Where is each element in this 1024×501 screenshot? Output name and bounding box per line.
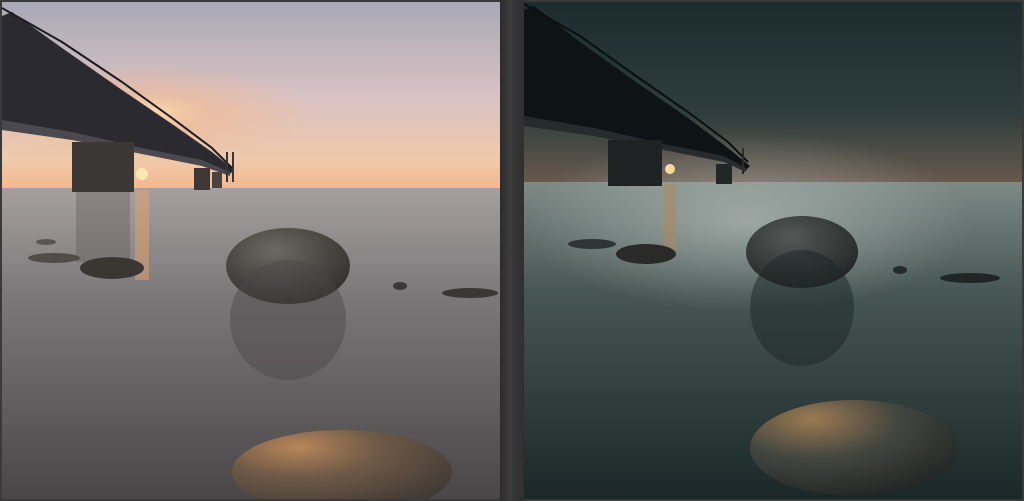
small-rock <box>616 244 676 264</box>
small-rock <box>940 273 1000 283</box>
small-rock <box>36 239 56 245</box>
small-rock <box>393 282 407 290</box>
sun-icon <box>136 168 148 180</box>
before-photo <box>2 2 500 499</box>
split-divider[interactable] <box>500 0 524 501</box>
bridge-pillar <box>608 140 662 186</box>
sun-icon <box>665 164 675 174</box>
comparison-view <box>0 0 1024 501</box>
small-rock <box>893 266 907 274</box>
small-rock <box>568 239 616 249</box>
small-rock <box>28 253 80 263</box>
before-image-panel[interactable] <box>2 2 500 499</box>
bridge-pillar <box>72 142 134 192</box>
after-photo <box>524 2 1022 499</box>
small-rock <box>80 257 144 279</box>
small-rock <box>442 288 498 298</box>
foreground-rock <box>750 400 958 496</box>
after-image-panel[interactable] <box>524 2 1022 499</box>
